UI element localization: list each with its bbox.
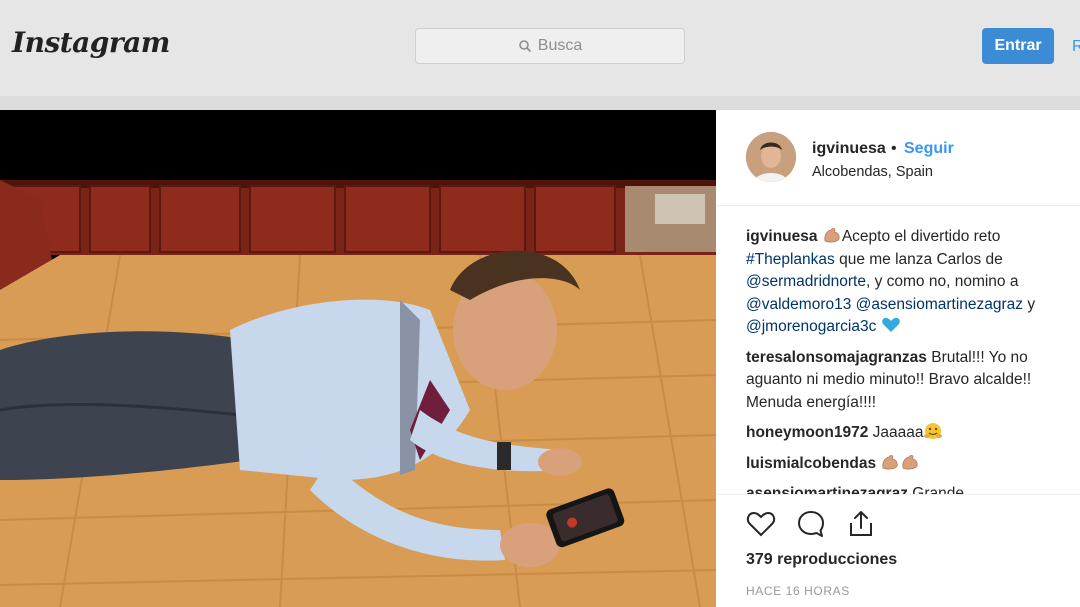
post-author[interactable]: igvinuesa bbox=[812, 140, 886, 158]
heart-icon[interactable] bbox=[746, 509, 776, 539]
separator-dot: • bbox=[891, 140, 897, 157]
comment-item: teresalonsomajagranzas Brutal!!! Yo no a… bbox=[746, 347, 1076, 415]
flexed-biceps-icon bbox=[900, 453, 920, 471]
post-header: igvinuesa • Seguir Alcobendas, Spain bbox=[716, 110, 1080, 206]
comment-user[interactable]: honeymoon1972 bbox=[746, 424, 868, 441]
comment-user[interactable]: luismialcobendas bbox=[746, 455, 876, 472]
login-button[interactable]: Entrar bbox=[982, 28, 1054, 64]
avatar[interactable] bbox=[746, 132, 796, 182]
hugging-face-icon bbox=[923, 422, 943, 440]
mention-link[interactable]: @jmorenogarcia3c bbox=[746, 318, 876, 335]
follow-button[interactable]: Seguir bbox=[904, 140, 954, 158]
hashtag-link[interactable]: #Theplankas bbox=[746, 251, 835, 268]
comment-text: Jaaaaa bbox=[872, 424, 924, 441]
post-location[interactable]: Alcobendas, Spain bbox=[812, 164, 933, 180]
top-header: Instagram Busca Entrar R bbox=[0, 0, 1080, 96]
mention-link[interactable]: @valdemoro13 bbox=[746, 296, 851, 313]
flexed-biceps-icon bbox=[880, 453, 900, 471]
register-link[interactable]: R bbox=[1072, 38, 1080, 56]
caption: igvinuesa Acepto el divertido reto #Thep… bbox=[746, 226, 1076, 339]
share-icon[interactable] bbox=[846, 509, 876, 539]
search-icon bbox=[518, 39, 532, 53]
instagram-logo[interactable]: Instagram bbox=[12, 26, 170, 59]
video-frame bbox=[0, 180, 716, 607]
caption-text-2: que me lanza Carlos de bbox=[834, 250, 1003, 268]
comment-icon[interactable] bbox=[796, 509, 826, 539]
caption-text-1: Acepto el divertido reto bbox=[841, 228, 1001, 245]
comment-user[interactable]: teresalonsomajagranzas bbox=[746, 349, 927, 366]
post-video[interactable] bbox=[0, 110, 716, 607]
view-count: 379 reproducciones bbox=[746, 551, 898, 568]
search-placeholder: Busca bbox=[537, 37, 583, 54]
mention-link[interactable]: @asensiomartinezagraz bbox=[856, 296, 1023, 313]
mention-link[interactable]: @sermadridnorte bbox=[746, 273, 866, 290]
comment-item: luismialcobendas bbox=[746, 453, 1076, 476]
blue-heart-icon bbox=[881, 316, 901, 334]
search-box[interactable]: Busca bbox=[415, 28, 685, 64]
comment-text: Grande bbox=[912, 485, 964, 494]
comment-item: honeymoon1972 Jaaaaa bbox=[746, 422, 1076, 445]
flexed-biceps-icon bbox=[822, 226, 842, 244]
caption-user[interactable]: igvinuesa bbox=[746, 228, 818, 245]
post-side-panel: igvinuesa • Seguir Alcobendas, Spain igv… bbox=[716, 110, 1080, 607]
caption-text-4: y bbox=[1023, 295, 1036, 313]
comment-user[interactable]: asensiomartinezagraz bbox=[746, 485, 908, 494]
caption-text-3: , y como no, nomino a bbox=[865, 273, 1019, 290]
comments-list: igvinuesa Acepto el divertido reto #Thep… bbox=[746, 226, 1076, 494]
post-actions: 379 reproducciones HACE 16 HORAS bbox=[716, 494, 1080, 607]
post-time[interactable]: HACE 16 HORAS bbox=[746, 584, 850, 598]
comment-item: asensiomartinezagraz Grande bbox=[746, 483, 1076, 494]
